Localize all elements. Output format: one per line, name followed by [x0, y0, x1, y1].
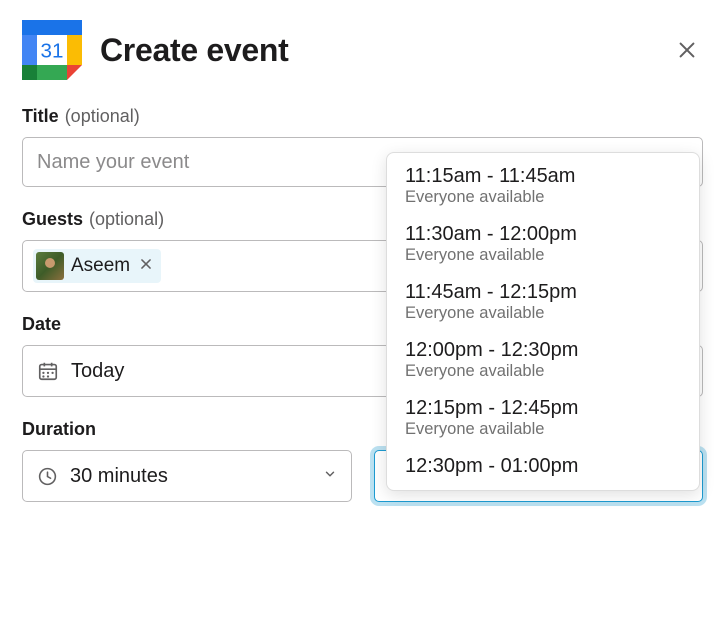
title-optional: (optional): [65, 106, 140, 127]
date-label-text: Date: [22, 314, 61, 335]
guest-chip[interactable]: Aseem: [33, 249, 161, 283]
time-option-range: 11:15am - 11:45am: [405, 165, 681, 188]
time-option-range: 12:00pm - 12:30pm: [405, 339, 681, 362]
time-dropdown: 11:15am - 11:45am Everyone available 11:…: [386, 152, 700, 491]
chevron-down-icon: [323, 467, 337, 486]
time-option-availability: Everyone available: [405, 420, 681, 439]
guests-optional: (optional): [89, 209, 164, 230]
avatar: [36, 252, 64, 280]
time-option-availability: Everyone available: [405, 246, 681, 265]
title-label-text: Title: [22, 106, 59, 127]
time-option-range: 11:30am - 12:00pm: [405, 223, 681, 246]
guest-name: Aseem: [71, 255, 130, 277]
duration-field: Duration 30 minutes: [22, 419, 352, 502]
close-icon: [139, 257, 153, 271]
close-icon: [676, 39, 698, 61]
time-option-range: 12:15pm - 12:45pm: [405, 397, 681, 420]
clock-icon: [37, 466, 58, 487]
time-option[interactable]: 12:15pm - 12:45pm Everyone available: [387, 389, 699, 447]
guests-label-text: Guests: [22, 209, 83, 230]
time-option[interactable]: 11:45am - 12:15pm Everyone available: [387, 273, 699, 331]
header-left: 31 Create event: [22, 20, 289, 80]
time-option-range: 11:45am - 12:15pm: [405, 281, 681, 304]
time-option[interactable]: 11:30am - 12:00pm Everyone available: [387, 215, 699, 273]
duration-value: 30 minutes: [70, 465, 311, 488]
time-option[interactable]: 12:30pm - 01:00pm: [387, 447, 699, 486]
dialog-title: Create event: [100, 32, 289, 69]
duration-label-text: Duration: [22, 419, 96, 440]
duration-label: Duration: [22, 419, 352, 440]
dialog-header: 31 Create event: [22, 20, 703, 80]
google-calendar-icon: 31: [22, 20, 82, 80]
time-option-availability: Everyone available: [405, 304, 681, 323]
remove-guest-button[interactable]: [137, 256, 155, 276]
close-button[interactable]: [671, 34, 703, 66]
time-option[interactable]: 11:15am - 11:45am Everyone available: [387, 157, 699, 215]
time-option-availability: Everyone available: [405, 362, 681, 381]
duration-select[interactable]: 30 minutes: [22, 450, 352, 502]
title-label: Title (optional): [22, 106, 703, 127]
time-option[interactable]: 12:00pm - 12:30pm Everyone available: [387, 331, 699, 389]
svg-text:31: 31: [41, 40, 64, 63]
calendar-icon: [37, 360, 59, 382]
time-option-availability: Everyone available: [405, 188, 681, 207]
time-option-range: 12:30pm - 01:00pm: [405, 455, 681, 478]
